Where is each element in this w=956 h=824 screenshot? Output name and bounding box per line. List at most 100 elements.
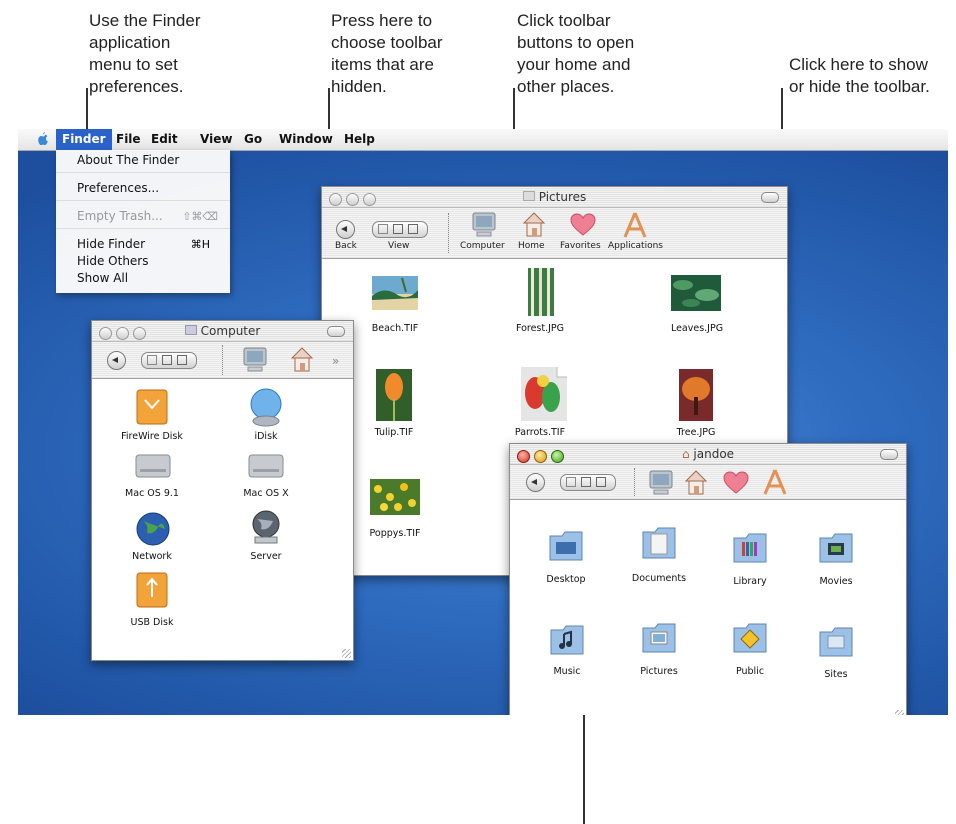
menu-file[interactable]: File [116, 132, 141, 146]
favorites-icon[interactable] [570, 213, 596, 237]
file-label: Tree.JPG [676, 427, 716, 438]
computer-icon[interactable] [242, 346, 268, 374]
window-toolbar [510, 465, 906, 500]
network-globe-icon[interactable] [135, 511, 171, 547]
file-label: Leaves.JPG [670, 323, 724, 334]
menu-item-hide-others[interactable]: Hide Others [77, 254, 149, 268]
back-button[interactable] [336, 220, 355, 239]
favorites-icon[interactable] [723, 471, 749, 495]
toolbar-overflow-chevron-icon[interactable]: » [332, 354, 339, 368]
computer-icon[interactable] [471, 211, 497, 239]
computer-window: Computer » FireWire Disk iDisk Mac OS 9.… [91, 320, 354, 661]
back-button[interactable] [107, 351, 126, 370]
computer-icon[interactable] [648, 469, 674, 497]
callout-show-hide-toolbar: Click here to show or hide the toolbar. [789, 55, 930, 96]
menu-bar: Finder File Edit View Go Window Help [18, 129, 948, 151]
disk-label: FireWire Disk [121, 431, 183, 442]
public-folder-icon[interactable] [732, 622, 768, 654]
network-label: Network [132, 551, 172, 562]
apple-menu-icon[interactable] [35, 131, 49, 146]
file-label: Beach.TIF [371, 323, 419, 334]
window-toolbar: Back View Computer Home Favorites Applic… [322, 208, 787, 259]
disk-label: Mac OS 9.1 [125, 488, 179, 499]
beach-image-icon[interactable] [372, 276, 418, 310]
applications-label: Applications [608, 241, 663, 251]
window-toolbar: » [92, 342, 353, 379]
tulip-image-icon[interactable] [376, 369, 412, 421]
resize-handle[interactable] [342, 649, 351, 658]
menu-item-hide-finder[interactable]: Hide Finder [77, 237, 145, 251]
toolbar-separator [222, 345, 224, 375]
toolbar-separator [634, 468, 636, 496]
folder-label: Desktop [546, 574, 586, 585]
library-folder-icon[interactable] [732, 532, 768, 564]
hard-disk-icon[interactable] [134, 451, 172, 481]
hard-disk-icon[interactable] [247, 451, 285, 481]
desktop-folder-icon[interactable] [548, 530, 584, 562]
view-buttons[interactable] [560, 474, 616, 491]
server-label: Server [250, 551, 282, 562]
window-titlebar[interactable]: ⌂ jandoe [510, 444, 906, 465]
view-buttons[interactable] [372, 221, 428, 238]
menu-finder[interactable]: Finder [56, 129, 112, 150]
parrots-image-icon[interactable] [521, 367, 567, 421]
view-buttons[interactable] [141, 352, 197, 369]
menu-item-about[interactable]: About The Finder [77, 153, 179, 167]
poppys-image-icon[interactable] [370, 479, 420, 515]
server-icon[interactable] [249, 509, 283, 547]
back-button[interactable] [526, 473, 545, 492]
folder-icon [522, 191, 535, 201]
window-titlebar[interactable]: Pictures [322, 187, 787, 208]
computer-small-icon [184, 325, 197, 335]
movies-folder-icon[interactable] [818, 532, 854, 564]
disk-label: Mac OS X [243, 488, 289, 499]
menu-separator [56, 228, 230, 229]
forest-image-icon[interactable] [528, 268, 554, 316]
leaves-image-icon[interactable] [671, 275, 721, 311]
usb-disk-icon[interactable] [135, 571, 169, 611]
tree-image-icon[interactable] [679, 369, 713, 421]
window-title: ⌂ jandoe [681, 447, 735, 461]
music-folder-icon[interactable] [549, 624, 585, 656]
menu-item-preferences[interactable]: Preferences... [77, 181, 159, 195]
idisk-icon[interactable] [249, 387, 283, 429]
desktop: Finder File Edit View Go Window Help Abo… [18, 129, 948, 715]
home-label: Home [518, 241, 545, 251]
folder-label: Documents [631, 573, 687, 584]
home-icon[interactable] [290, 345, 314, 373]
menu-help[interactable]: Help [344, 132, 375, 146]
menu-view[interactable]: View [200, 132, 232, 146]
menu-edit[interactable]: Edit [151, 132, 178, 146]
toolbar-toggle-button[interactable] [761, 192, 779, 203]
documents-folder-icon[interactable] [641, 526, 677, 560]
applications-icon[interactable] [762, 468, 788, 496]
window-titlebar[interactable]: Computer [92, 321, 353, 342]
home-icon[interactable] [684, 468, 708, 496]
home-icon[interactable] [522, 210, 546, 238]
back-label: Back [335, 241, 357, 251]
toolbar-toggle-button[interactable] [880, 449, 898, 460]
toolbar-toggle-button[interactable] [327, 326, 345, 337]
folder-label: Public [735, 666, 765, 677]
menu-window[interactable]: Window [279, 132, 333, 146]
menu-go[interactable]: Go [244, 132, 262, 146]
resize-handle[interactable] [895, 710, 904, 715]
disk-label: USB Disk [130, 617, 174, 628]
toolbar-separator [448, 213, 450, 253]
pictures-folder-icon[interactable] [641, 622, 677, 654]
shortcut-empty-trash: ⇧⌘⌫ [182, 210, 218, 223]
sites-folder-icon[interactable] [818, 626, 854, 658]
file-label: Forest.JPG [515, 323, 565, 334]
menu-item-empty-trash: Empty Trash... [77, 209, 163, 223]
folder-label: Sites [824, 669, 848, 680]
folder-label: Library [733, 576, 767, 587]
applications-icon[interactable] [622, 211, 648, 239]
disk-label: iDisk [254, 431, 278, 442]
firewire-disk-icon[interactable] [135, 388, 169, 428]
callout-finder-menu: Use the Finder application menu to set p… [89, 11, 201, 96]
computer-label: Computer [460, 241, 505, 251]
folder-label: Movies [819, 576, 853, 587]
menu-item-show-all[interactable]: Show All [77, 271, 128, 285]
folder-label: Pictures [640, 666, 678, 677]
view-label: View [388, 241, 410, 251]
